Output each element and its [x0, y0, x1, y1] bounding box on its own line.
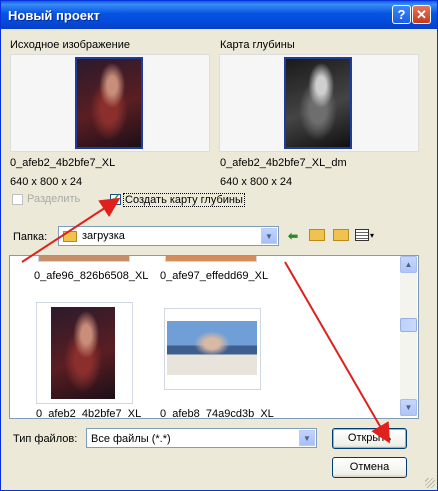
- annotation-arrow-to-open-button: [284, 261, 391, 444]
- annotation-arrow-to-checkbox: [21, 197, 121, 263]
- annotation-arrows: [21, 197, 391, 444]
